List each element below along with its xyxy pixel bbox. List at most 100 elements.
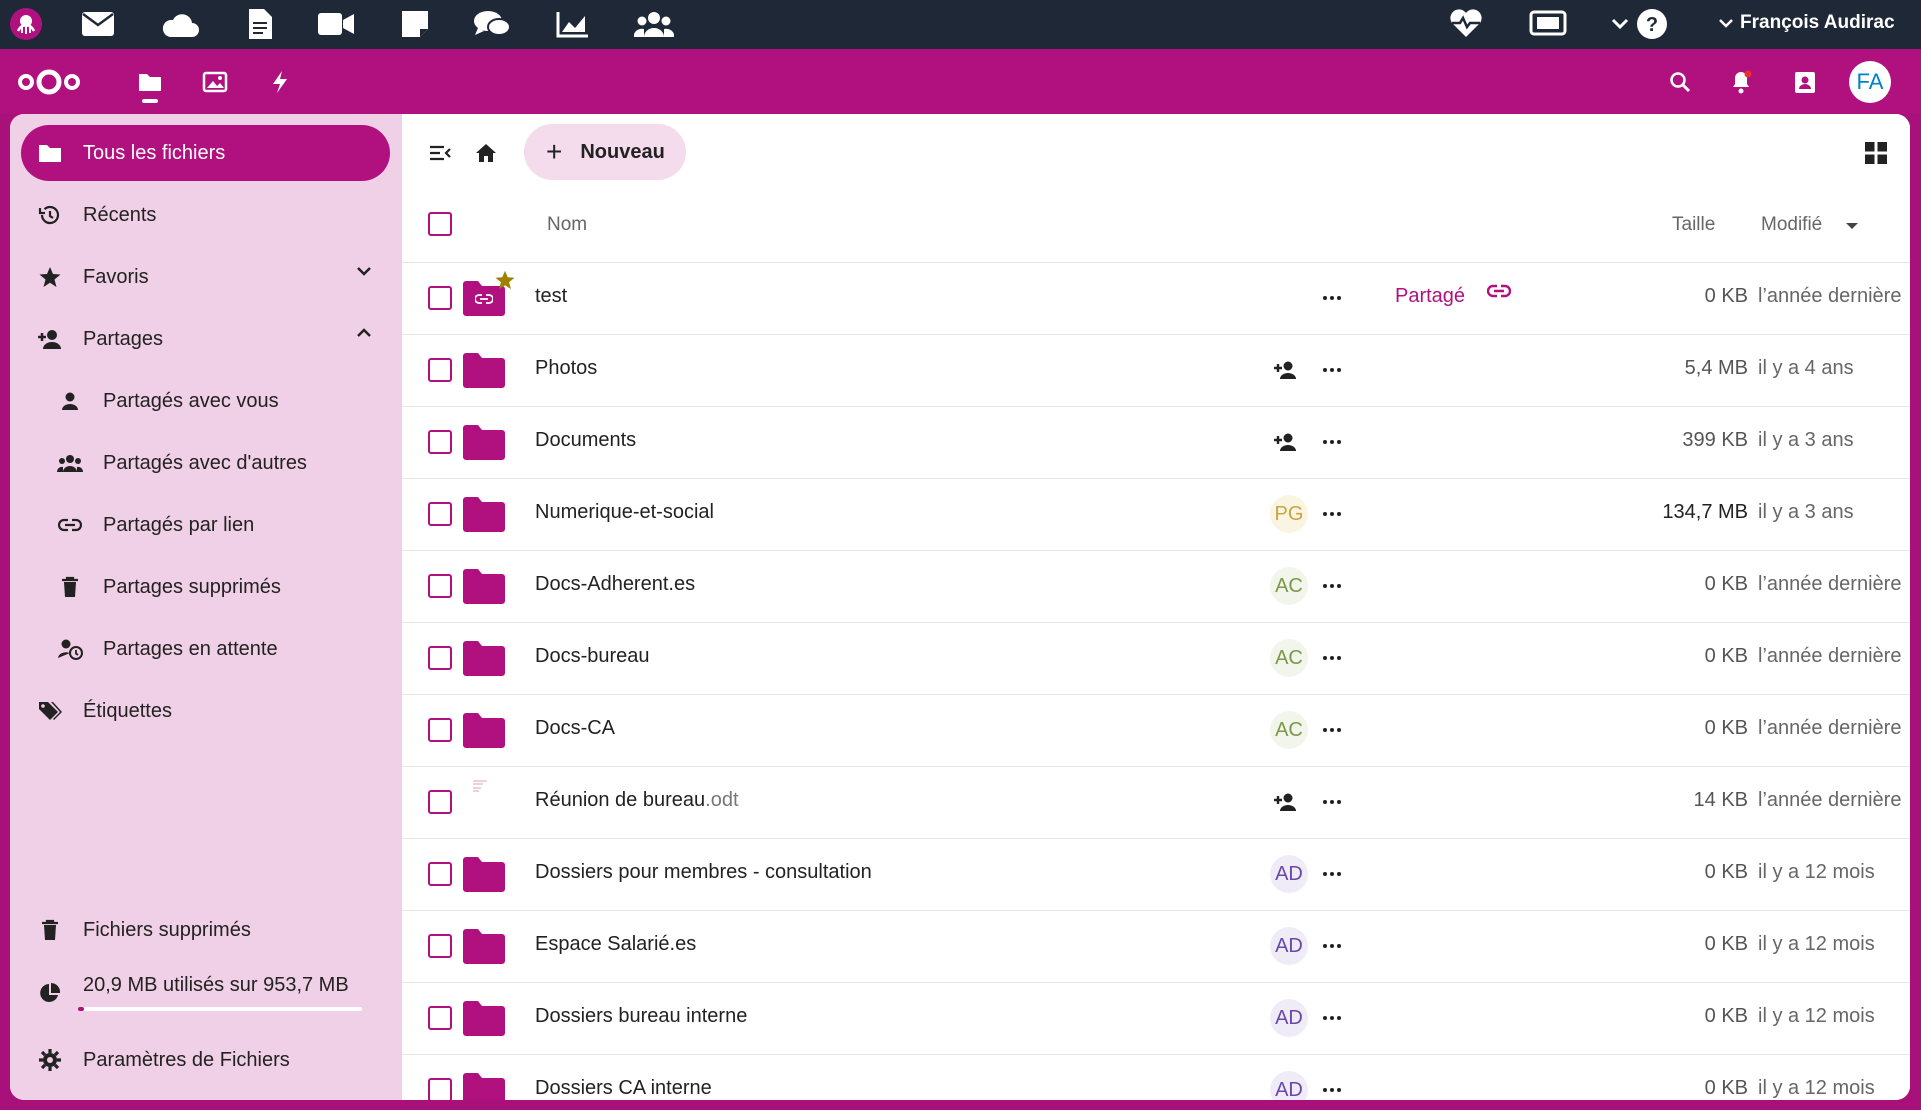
more-actions-icon[interactable] (1318, 1004, 1346, 1032)
octopus-logo-icon[interactable] (6, 4, 46, 44)
select-all-checkbox[interactable] (428, 212, 452, 236)
share-owner-avatar[interactable]: AD (1270, 855, 1308, 893)
sidebar-item-shares[interactable]: Partages (21, 311, 390, 367)
share-owner-avatar[interactable]: AC (1270, 639, 1308, 677)
sidebar-item-deleted-shares[interactable]: Partages supprimés (21, 559, 390, 615)
table-row[interactable]: Documents 399 KB il y a 3 ans (402, 406, 1910, 479)
more-actions-icon[interactable] (1318, 428, 1346, 456)
share-add-icon[interactable] (1270, 786, 1302, 818)
heartbeat-icon[interactable] (1446, 4, 1486, 44)
user-menu[interactable]: François Audirac (1718, 12, 1895, 34)
more-actions-icon[interactable] (1318, 1076, 1346, 1100)
column-modified[interactable]: Modifié (1761, 214, 1822, 236)
table-row[interactable]: Dossiers pour membres - consultation AD 0 … (402, 838, 1910, 911)
table-row[interactable]: Docs-bureau AC 0 KB l’année dernière (402, 622, 1910, 695)
sidebar-item-deleted-files[interactable]: Fichiers supprimés (21, 902, 390, 958)
chevron-up-icon[interactable] (356, 327, 372, 339)
new-button[interactable]: + Nouveau (524, 124, 686, 180)
share-owner-avatar[interactable]: AD (1270, 1071, 1308, 1100)
sidebar-item-favorites[interactable]: Favoris (21, 249, 390, 305)
row-checkbox[interactable] (428, 286, 452, 310)
screen-icon[interactable] (1528, 4, 1568, 44)
share-owner-avatar[interactable]: PG (1270, 495, 1308, 533)
table-row[interactable]: Dossiers bureau interne AD 0 KB il y a 12 m… (402, 982, 1910, 1055)
table-row[interactable]: Photos 5,4 MB il y a 4 ans (402, 334, 1910, 407)
sidebar-item-pending-shares[interactable]: Partages en attente (21, 621, 390, 677)
document-icon[interactable] (240, 4, 280, 44)
sidebar-item-all-files[interactable]: Tous les fichiers (21, 125, 390, 181)
file-name[interactable]: Docs-CA (535, 717, 615, 740)
row-checkbox[interactable] (428, 1006, 452, 1030)
table-row[interactable]: test Partagé 0 KB l’année dernière (402, 262, 1910, 335)
more-actions-icon[interactable] (1318, 572, 1346, 600)
more-actions-icon[interactable] (1318, 716, 1346, 744)
toggle-sidebar-icon[interactable] (418, 131, 462, 175)
share-add-icon[interactable] (1270, 354, 1302, 386)
file-name[interactable]: Photos (535, 357, 597, 380)
file-name[interactable]: Dossiers CA interne (535, 1077, 712, 1100)
photos-icon[interactable] (192, 59, 238, 105)
files-icon[interactable] (127, 59, 173, 105)
more-actions-icon[interactable] (1318, 284, 1346, 312)
share-owner-avatar[interactable]: AD (1270, 927, 1308, 965)
row-checkbox[interactable] (428, 502, 452, 526)
share-owner-avatar[interactable]: AC (1270, 711, 1308, 749)
mail-icon[interactable] (78, 4, 118, 44)
table-row[interactable]: Docs-CA AC 0 KB l’année dernière (402, 694, 1910, 767)
row-checkbox[interactable] (428, 574, 452, 598)
row-checkbox[interactable] (428, 934, 452, 958)
more-actions-icon[interactable] (1318, 500, 1346, 528)
favorite-star-icon[interactable] (495, 270, 515, 290)
sidebar-item-tags[interactable]: Étiquettes (21, 683, 390, 739)
nextcloud-logo-icon[interactable] (16, 59, 82, 105)
row-checkbox[interactable] (428, 358, 452, 382)
more-actions-icon[interactable] (1318, 788, 1346, 816)
share-add-icon[interactable] (1270, 426, 1302, 458)
table-row[interactable]: Espace Salarié.es AD 0 KB il y a 12 mois (402, 910, 1910, 983)
sidebar-item-shared-with-others[interactable]: Partagés avec d'autres (21, 435, 390, 491)
row-checkbox[interactable] (428, 646, 452, 670)
row-checkbox[interactable] (428, 790, 452, 814)
shared-label[interactable]: Partagé (1395, 285, 1465, 308)
cloud-icon[interactable] (160, 4, 200, 44)
row-checkbox[interactable] (428, 718, 452, 742)
file-name[interactable]: Réunion de bureau.odt (535, 789, 739, 812)
table-row[interactable]: Docs-Adherent.es AC 0 KB l’année dernière (402, 550, 1910, 623)
search-icon[interactable] (1657, 59, 1703, 105)
file-name[interactable]: Numerique-et-social (535, 501, 714, 524)
table-row[interactable]: Numerique-et-social PG 134,7 MB il y a 3 an… (402, 478, 1910, 551)
column-size[interactable]: Taille (1672, 214, 1715, 236)
sort-desc-icon[interactable] (1845, 222, 1859, 230)
chart-icon[interactable] (553, 4, 593, 44)
share-owner-avatar[interactable]: AD (1270, 999, 1308, 1037)
more-actions-icon[interactable] (1318, 356, 1346, 384)
user-avatar[interactable]: FA (1849, 61, 1891, 103)
file-name[interactable]: Documents (535, 429, 636, 452)
file-name[interactable]: test (535, 285, 567, 308)
file-name[interactable]: Docs-bureau (535, 645, 650, 668)
more-actions-icon[interactable] (1318, 644, 1346, 672)
home-icon[interactable] (464, 131, 508, 175)
help-icon[interactable]: ? (1632, 4, 1672, 44)
activity-icon[interactable] (257, 59, 303, 105)
row-checkbox[interactable] (428, 1078, 452, 1100)
column-name[interactable]: Nom (547, 214, 587, 236)
sidebar-item-shared-by-link[interactable]: Partagés par lien (21, 497, 390, 553)
file-name[interactable]: Dossiers bureau interne (535, 1005, 747, 1028)
row-checkbox[interactable] (428, 430, 452, 454)
sidebar-item-settings[interactable]: Paramètres de Fichiers (21, 1032, 390, 1088)
more-actions-icon[interactable] (1318, 860, 1346, 888)
chat-icon[interactable] (472, 4, 512, 44)
note-icon[interactable] (395, 4, 435, 44)
more-actions-icon[interactable] (1318, 932, 1346, 960)
video-icon[interactable] (316, 4, 356, 44)
file-name[interactable]: Espace Salarié.es (535, 933, 696, 956)
sidebar-item-recent[interactable]: Récents (21, 187, 390, 243)
notifications-icon[interactable] (1718, 59, 1764, 105)
chevron-down-icon[interactable] (356, 265, 372, 277)
row-checkbox[interactable] (428, 862, 452, 886)
sidebar-item-shared-with-you[interactable]: Partagés avec vous (21, 373, 390, 429)
file-name[interactable]: Docs-Adherent.es (535, 573, 695, 596)
share-link-icon[interactable] (1487, 284, 1511, 298)
file-name[interactable]: Dossiers pour membres - consultation (535, 861, 872, 884)
